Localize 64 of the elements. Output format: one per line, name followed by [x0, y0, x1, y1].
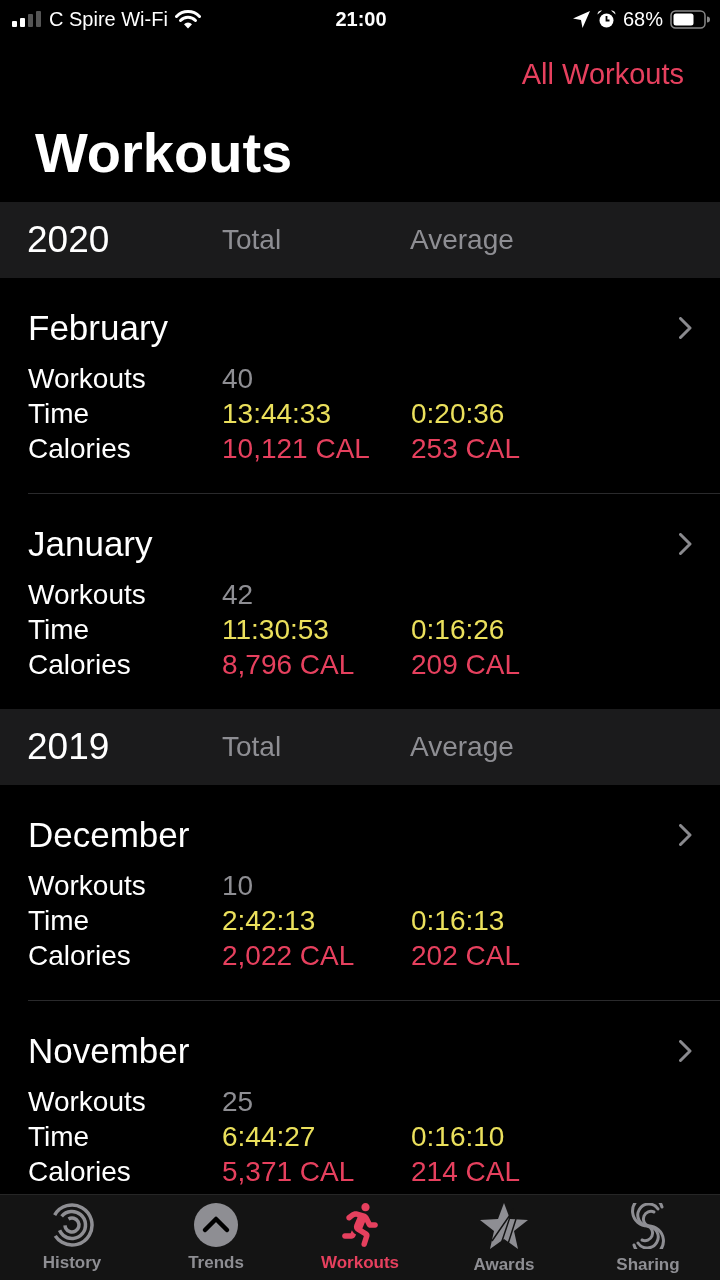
stat-label: Workouts	[28, 578, 146, 612]
carrier-name: C Spire Wi-Fi	[49, 7, 168, 31]
average-value: 253 CAL	[411, 432, 520, 466]
column-heading: Total	[222, 731, 282, 763]
total-value: 2,022 CAL	[222, 939, 355, 973]
stat-label: Time	[28, 1120, 90, 1154]
year-label: 2019	[27, 726, 110, 768]
stat-label: Calories	[28, 1155, 131, 1189]
all-workouts-link[interactable]: All Workouts	[521, 57, 684, 91]
alarm-clock-icon	[596, 9, 616, 29]
clock-time: 21:00	[335, 7, 387, 31]
star-icon	[480, 1203, 528, 1249]
stat-label: Time	[28, 613, 90, 647]
month-name: February	[28, 308, 169, 348]
total-value: 8,796 CAL	[222, 648, 355, 682]
stat-label: Calories	[28, 939, 131, 973]
month-name: January	[28, 524, 153, 564]
stat-label: Time	[28, 397, 90, 431]
average-value: 202 CAL	[411, 939, 520, 973]
stat-label: Time	[28, 904, 90, 938]
average-value: 0:20:36	[411, 397, 505, 431]
average-value: 0:16:26	[411, 613, 505, 647]
stat-label: Calories	[28, 648, 131, 682]
total-value: 6:44:27	[222, 1120, 316, 1154]
column-heading: Total	[222, 224, 282, 256]
chevron-circle-icon	[194, 1203, 238, 1247]
stat-label: Workouts	[28, 362, 146, 396]
month-name: December	[28, 815, 190, 855]
chevron-right-icon	[679, 1040, 692, 1062]
page-title: Workouts	[35, 121, 293, 185]
tab[interactable]: History	[0, 1195, 144, 1280]
total-value: 13:44:33	[222, 397, 331, 431]
total-value: 11:30:53	[222, 613, 329, 647]
total-value: 2:42:13	[222, 904, 316, 938]
average-value: 209 CAL	[411, 648, 520, 682]
tab[interactable]: Workouts	[288, 1195, 432, 1280]
stat-label: Workouts	[28, 1085, 146, 1119]
average-value: 0:16:10	[411, 1120, 505, 1154]
tab[interactable]: Trends	[144, 1195, 288, 1280]
total-value: 25	[222, 1085, 254, 1119]
tab[interactable]: Sharing	[576, 1195, 720, 1280]
chevron-right-icon	[679, 824, 692, 846]
month-name: November	[28, 1031, 190, 1071]
total-value: 10	[222, 869, 254, 903]
chevron-right-icon	[679, 533, 692, 555]
total-value: 40	[222, 362, 254, 396]
total-value: 42	[222, 578, 254, 612]
column-heading: Average	[410, 731, 514, 763]
average-value: 0:16:13	[411, 904, 505, 938]
year-label: 2020	[27, 219, 110, 261]
total-value: 10,121 CAL	[222, 432, 370, 466]
battery-icon	[670, 9, 710, 29]
chevron-right-icon	[679, 317, 692, 339]
stat-label: Workouts	[28, 869, 146, 903]
loops-icon	[630, 1203, 666, 1249]
column-heading: Average	[410, 224, 514, 256]
stat-label: Calories	[28, 432, 131, 466]
tab[interactable]: Awards	[432, 1195, 576, 1280]
battery-percent: 68%	[622, 7, 663, 31]
signal-icon	[12, 11, 42, 27]
wifi-icon	[174, 9, 201, 29]
location-arrow-icon	[572, 10, 590, 28]
total-value: 5,371 CAL	[222, 1155, 355, 1189]
average-value: 214 CAL	[411, 1155, 520, 1189]
